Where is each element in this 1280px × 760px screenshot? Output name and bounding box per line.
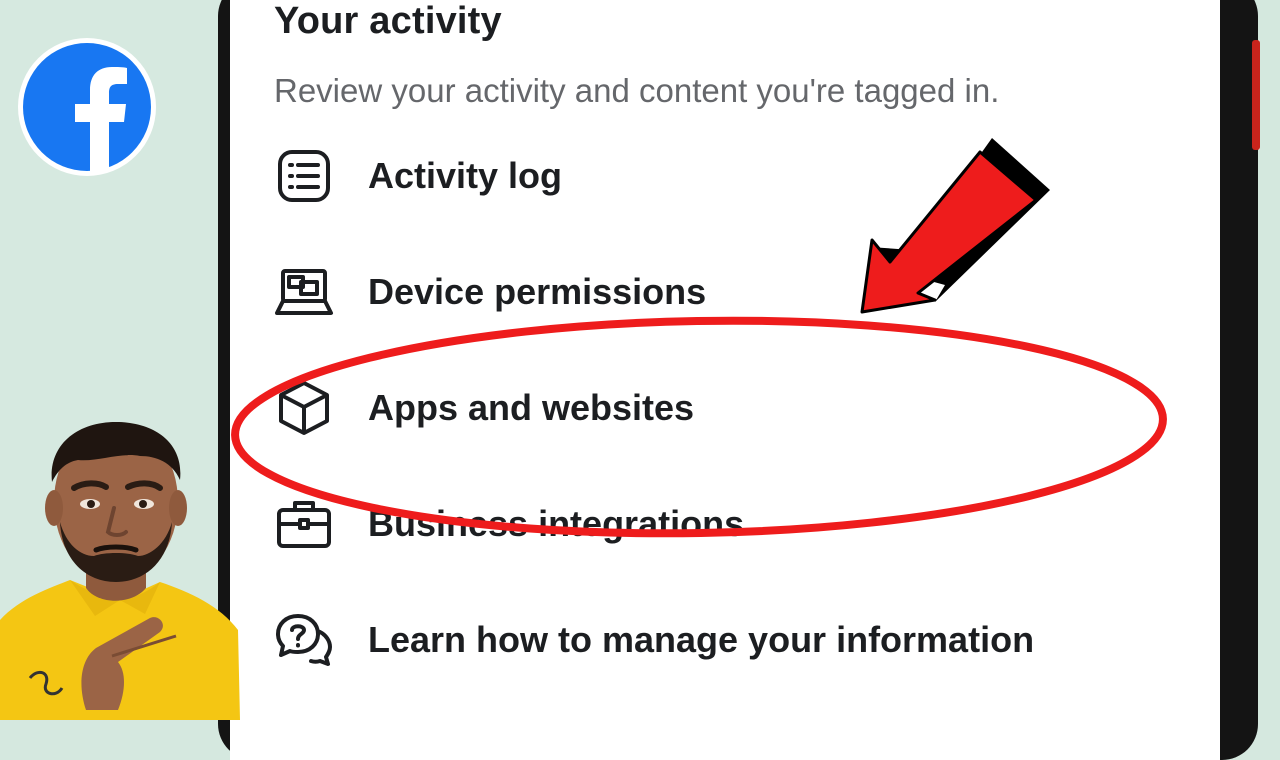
cube-icon [274,378,334,438]
menu-item-device-permissions[interactable]: Device permissions [274,252,1204,332]
menu-item-learn-manage-information[interactable]: Learn how to manage your information [274,600,1204,680]
menu-item-business-integrations[interactable]: Business integrations [274,484,1204,564]
menu-item-label: Learn how to manage your information [368,619,1035,660]
list-icon [274,146,334,206]
phone-side-button [1252,40,1260,150]
menu-item-label: Apps and websites [368,387,695,428]
laptop-icon [274,262,334,322]
section-title: Your activity [274,0,502,42]
menu-item-label: Business integrations [368,503,745,544]
presenter-image [0,422,240,720]
phone-frame: Your activity Review your activity and c… [218,0,1260,760]
briefcase-icon [274,494,334,554]
phone-screen: Your activity Review your activity and c… [230,0,1220,760]
facebook-logo [18,38,156,176]
section-subtitle: Review your activity and content you're … [274,72,1000,109]
menu-item-activity-log[interactable]: Activity log [274,136,1204,216]
question-chat-icon [274,610,334,670]
facebook-f-icon [23,43,151,171]
menu-item-label: Activity log [368,155,563,196]
settings-content: Your activity Review your activity and c… [230,0,1220,760]
menu-item-apps-and-websites[interactable]: Apps and websites [274,368,1204,448]
menu-item-label: Device permissions [368,271,707,312]
